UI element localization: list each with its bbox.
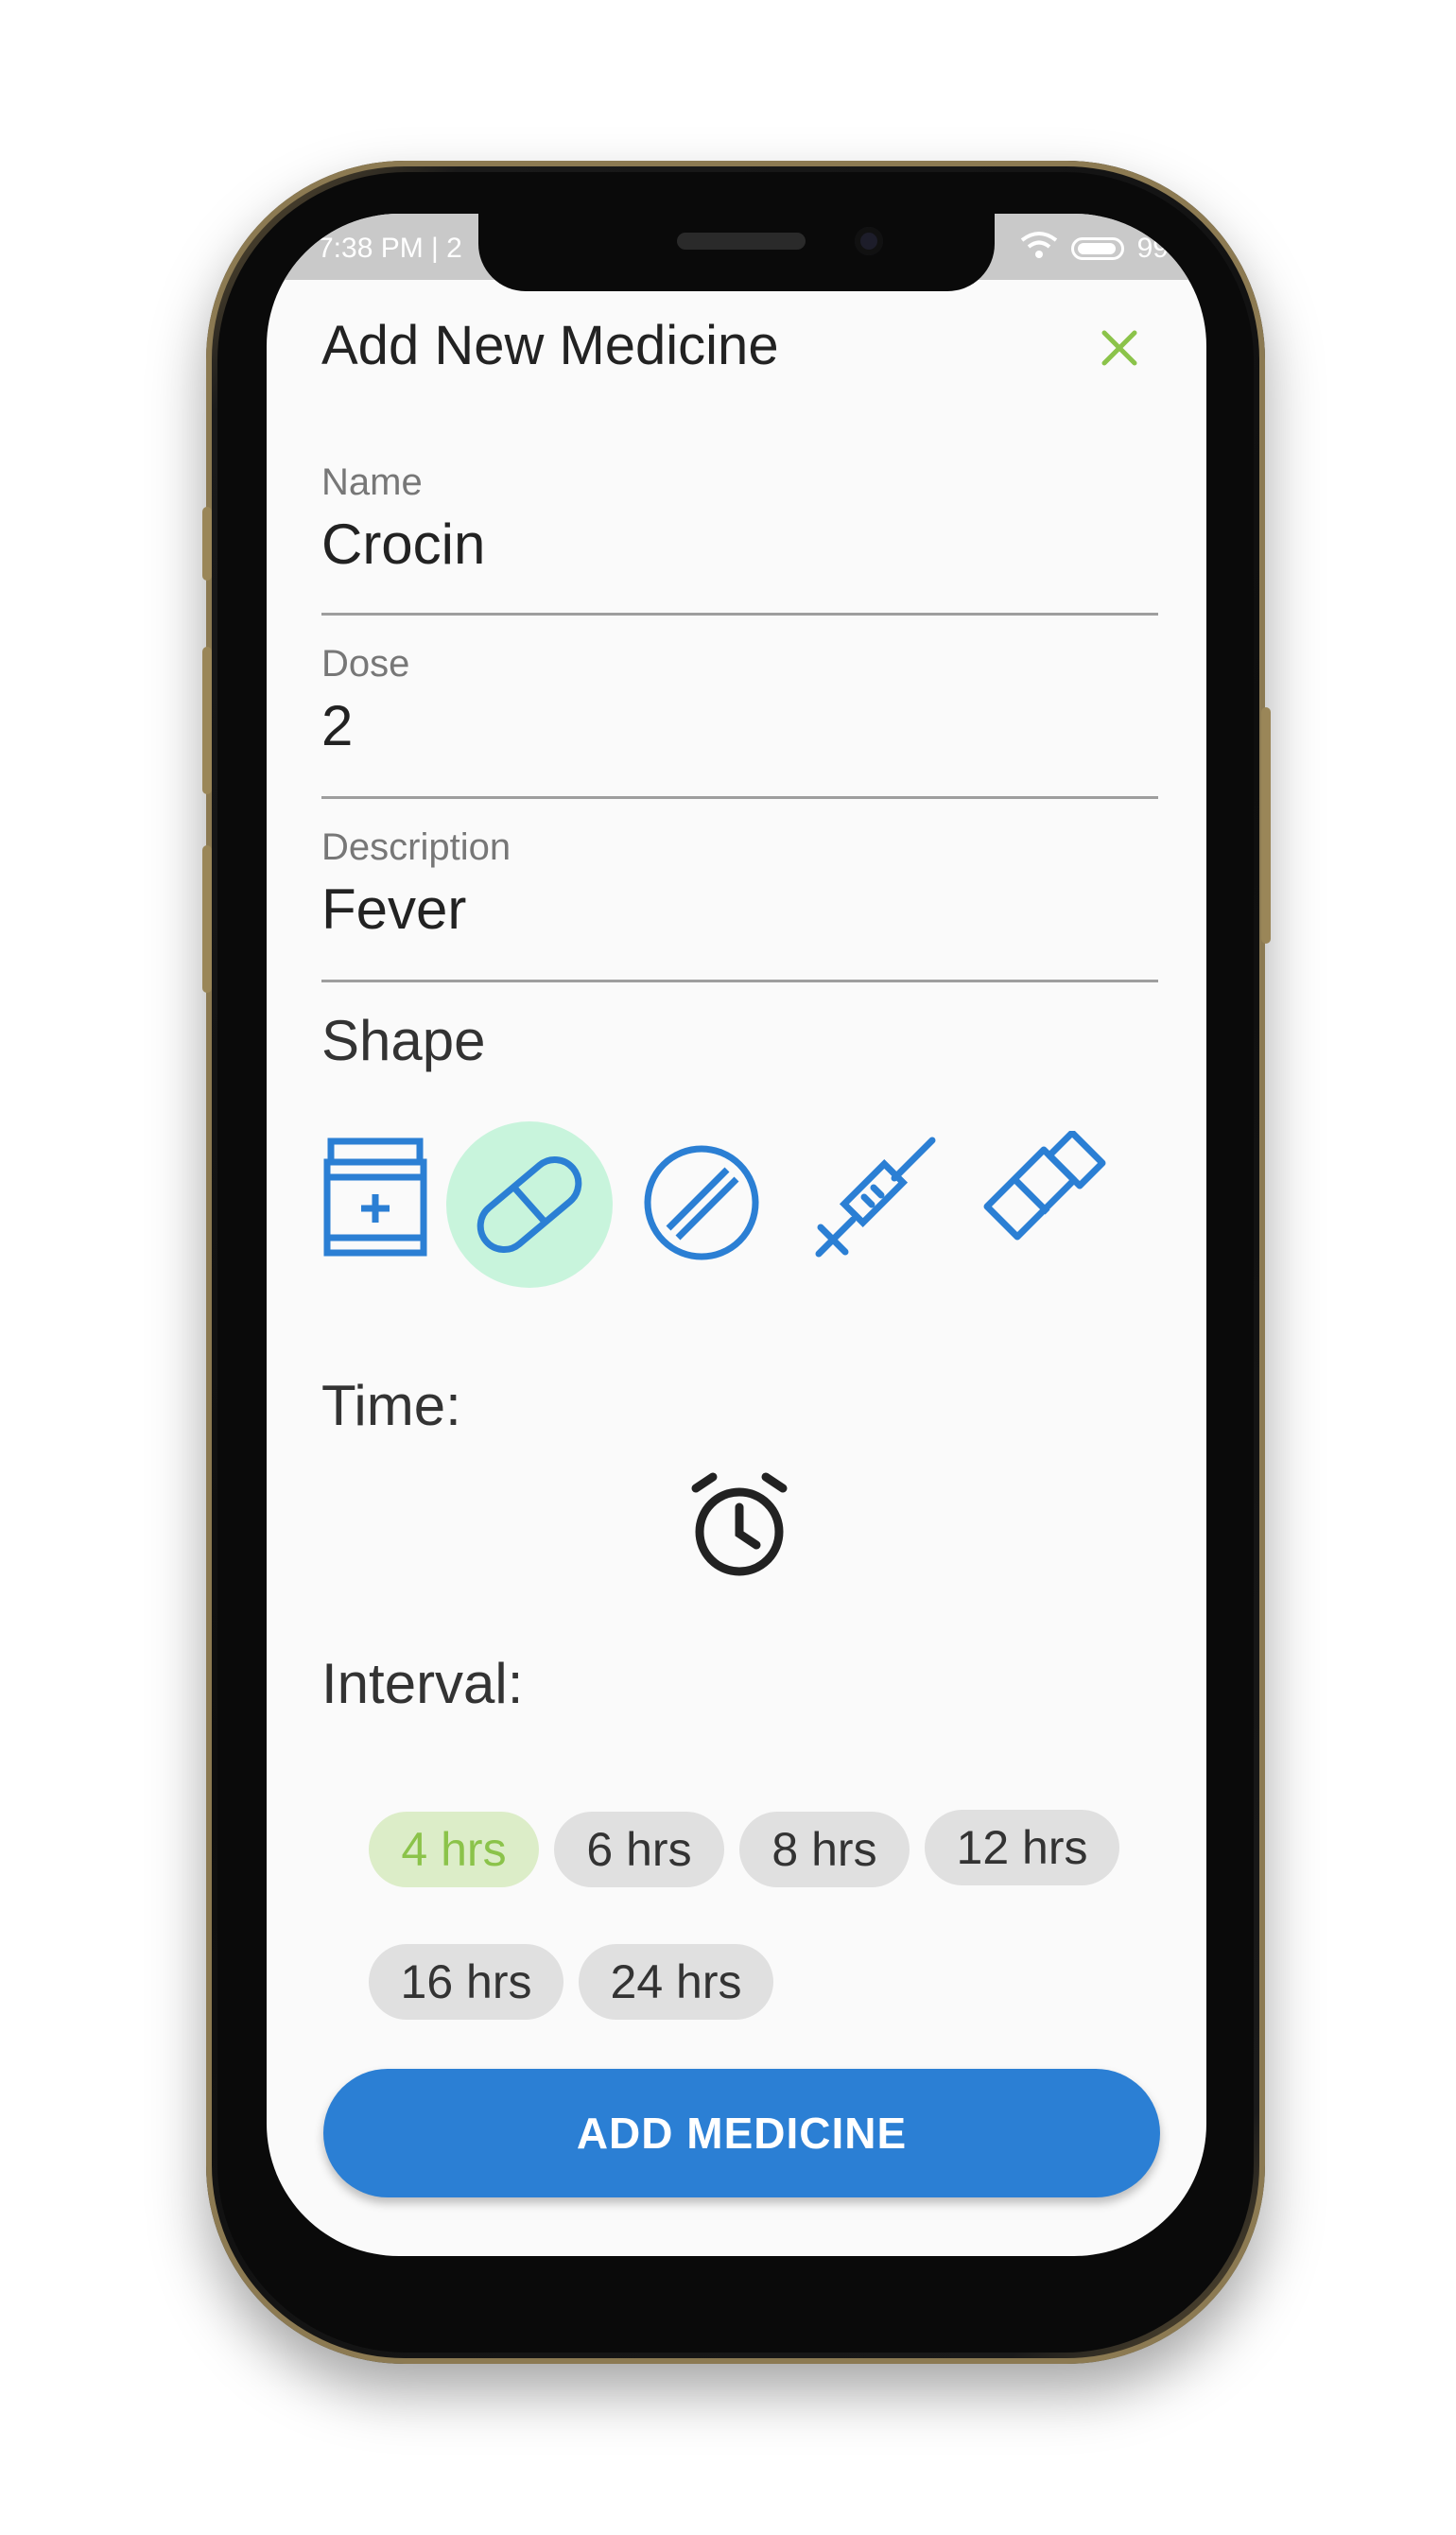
- phone-side-button: [202, 507, 212, 581]
- app-screen: 7:38 PM | 2 99 Add New Medicine Name Cro…: [267, 214, 1206, 2256]
- shape-option-bottle[interactable]: [300, 1121, 451, 1273]
- capsule-icon: [477, 1156, 582, 1253]
- shape-option-tablet[interactable]: [626, 1127, 777, 1278]
- ointment-tube-icon: [983, 1131, 1106, 1241]
- shape-label: Shape: [321, 1009, 486, 1072]
- phone-side-button: [202, 845, 212, 993]
- bottle-icon: [323, 1137, 427, 1257]
- shape-option-ointment[interactable]: [968, 1121, 1119, 1273]
- close-icon[interactable]: [1095, 323, 1144, 373]
- interval-chip[interactable]: 8 hrs: [739, 1812, 910, 1887]
- interval-chip[interactable]: 24 hrs: [579, 1944, 773, 2020]
- front-camera: [855, 227, 883, 255]
- phone-notch: [478, 214, 995, 291]
- interval-label: Interval:: [321, 1652, 524, 1715]
- name-value[interactable]: Crocin: [321, 512, 1158, 577]
- time-label: Time:: [321, 1374, 461, 1437]
- battery-level: 99: [1136, 233, 1169, 264]
- description-field[interactable]: Description Fever: [321, 826, 1158, 982]
- interval-chip[interactable]: 6 hrs: [554, 1812, 724, 1887]
- shape-option-capsule[interactable]: [446, 1121, 613, 1288]
- description-value[interactable]: Fever: [321, 877, 1158, 942]
- interval-chip[interactable]: 4 hrs: [369, 1812, 539, 1887]
- battery-icon: [1070, 237, 1124, 260]
- interval-chip[interactable]: 12 hrs: [925, 1810, 1119, 1885]
- alarm-clock-icon[interactable]: [683, 1469, 796, 1583]
- name-field[interactable]: Name Crocin: [321, 461, 1158, 616]
- description-label: Description: [321, 826, 511, 868]
- dose-label: Dose: [321, 643, 410, 685]
- tablet-icon: [644, 1145, 759, 1260]
- phone-side-button: [202, 647, 212, 794]
- dose-value[interactable]: 2: [321, 693, 1158, 758]
- dose-field[interactable]: Dose 2: [321, 643, 1158, 799]
- status-time: 7:38 PM | 2: [318, 233, 462, 264]
- wifi-icon: [1020, 231, 1058, 267]
- shape-option-syringe[interactable]: [798, 1123, 949, 1275]
- speaker-grille: [677, 233, 806, 250]
- add-medicine-button[interactable]: ADD MEDICINE: [323, 2069, 1160, 2197]
- syringe-icon: [815, 1137, 936, 1258]
- name-label: Name: [321, 461, 423, 503]
- phone-side-button: [1261, 707, 1271, 944]
- dialog-title: Add New Medicine: [321, 315, 779, 376]
- interval-chip[interactable]: 16 hrs: [369, 1944, 563, 2020]
